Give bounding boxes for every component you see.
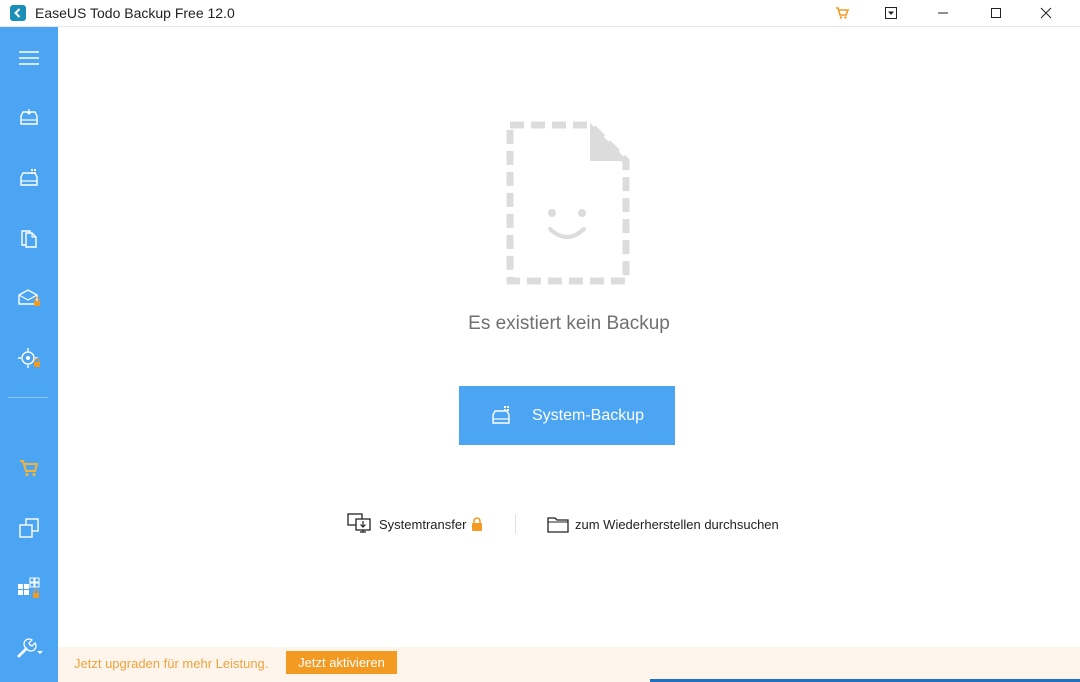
sidebar	[0, 27, 58, 682]
upgrade-banner: Jetzt upgraden für mehr Leistung. Jetzt …	[58, 647, 1080, 682]
dropdown-icon[interactable]	[868, 0, 914, 26]
title-bar: EaseUS Todo Backup Free 12.0	[0, 0, 1080, 27]
system-backup-label: System-Backup	[531, 406, 645, 424]
window-title: EaseUS Todo Backup Free 12.0	[35, 5, 235, 21]
clone-icon[interactable]	[0, 506, 58, 550]
system-backup-icon[interactable]	[0, 156, 58, 200]
empty-state-message: Es existiert kein Backup	[468, 313, 670, 334]
hamburger-icon[interactable]	[0, 36, 58, 80]
close-icon[interactable]	[1023, 0, 1069, 26]
file-backup-icon[interactable]	[0, 216, 58, 260]
system-backup-button[interactable]: System-Backup	[459, 386, 675, 445]
wrench-icon[interactable]	[0, 626, 58, 670]
main-content: Es existiert kein Backup System-Backup S…	[58, 27, 1080, 647]
disk-backup-icon[interactable]	[0, 96, 58, 140]
lock-icon	[471, 517, 483, 531]
maximize-icon[interactable]	[973, 0, 1019, 26]
browse-to-recover-label: zum Wiederherstellen durchsuchen	[575, 516, 779, 532]
system-transfer-link[interactable]: Systemtransfer	[347, 512, 483, 536]
shop-cart-icon[interactable]	[0, 446, 58, 490]
minimize-icon[interactable]	[920, 0, 966, 26]
folder-icon	[547, 515, 569, 533]
link-divider	[515, 514, 516, 534]
target-locked-icon[interactable]	[0, 336, 58, 380]
sidebar-divider	[8, 397, 48, 398]
empty-document-icon	[506, 121, 630, 290]
browse-to-recover-link[interactable]: zum Wiederherstellen durchsuchen	[547, 512, 779, 536]
cart-icon[interactable]	[819, 0, 865, 26]
app-logo-icon	[10, 5, 26, 21]
mail-locked-icon[interactable]	[0, 276, 58, 320]
upgrade-text: Jetzt upgraden für mehr Leistung.	[74, 656, 269, 671]
activate-now-button[interactable]: Jetzt aktivieren	[286, 651, 397, 674]
system-backup-icon	[490, 405, 514, 426]
system-transfer-label: Systemtransfer	[379, 516, 467, 532]
transfer-icon	[347, 513, 373, 535]
windows-locked-icon[interactable]	[0, 566, 58, 610]
